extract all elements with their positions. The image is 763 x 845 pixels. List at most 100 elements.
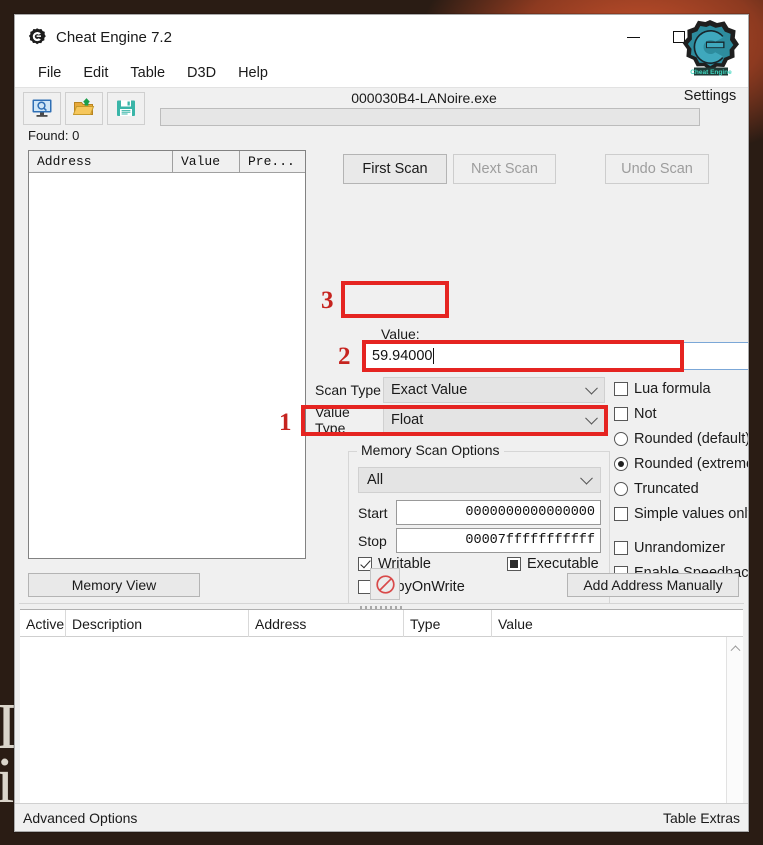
window-title: Cheat Engine 7.2 (56, 28, 172, 46)
stop-address-input[interactable]: 00007fffffffffff (396, 528, 601, 553)
status-bar: Advanced Options Table Extras (15, 803, 748, 831)
unrandomizer-label: Unrandomizer (634, 540, 726, 556)
open-process-button[interactable] (23, 91, 61, 125)
options-spacer (614, 531, 748, 540)
value-type-row: Value Type Float (315, 404, 605, 436)
menu-item-file[interactable]: File (29, 62, 70, 84)
next-scan-button: Next Scan (453, 154, 556, 184)
memory-region-dropdown[interactable]: All (358, 467, 601, 493)
unrandomizer-checkbox[interactable]: Unrandomizer (614, 540, 748, 556)
cheat-engine-logo-icon: Cheat Engine (682, 20, 739, 76)
chevron-up-icon (730, 645, 741, 656)
value-type-value: Float (391, 412, 424, 428)
truncated-radio[interactable]: Truncated (614, 481, 748, 497)
checkbox-icon (614, 382, 628, 396)
menu-item-help[interactable]: Help (229, 62, 277, 84)
address-list-toolbar: Memory View Add Address Manually (15, 567, 748, 610)
menu-bar: File Edit Table D3D Help (15, 59, 748, 87)
floppy-disk-icon (117, 100, 135, 116)
rounded-extreme-radio[interactable]: Rounded (extreme) (614, 456, 749, 472)
settings-label: Settings (683, 88, 737, 104)
value-input[interactable]: 59.94000 (362, 342, 748, 370)
table-extras-button[interactable]: Table Extras (663, 810, 740, 826)
minimize-button[interactable] (610, 15, 656, 59)
column-header-previous[interactable]: Pre... (240, 151, 305, 172)
minimize-icon (626, 36, 640, 38)
scan-progress-bar (160, 108, 700, 126)
annotation-number-1: 1 (279, 409, 292, 436)
svg-text:Cheat Engine: Cheat Engine (690, 69, 732, 76)
chevron-down-icon (580, 471, 593, 485)
radio-icon (614, 482, 628, 496)
cheat-engine-logo-icon (27, 27, 47, 47)
rounded-default-label: Rounded (default) (634, 431, 749, 447)
settings-button[interactable]: Cheat Engine Settings (674, 17, 746, 104)
column-header-address[interactable]: Address (29, 151, 173, 172)
memory-region-value: All (367, 472, 384, 488)
column-header-description[interactable]: Description (66, 610, 249, 637)
scan-button-row: First Scan Next Scan Undo Scan (343, 154, 741, 184)
memory-scan-options-legend: Memory Scan Options (357, 442, 504, 458)
stop-address-label: Stop (358, 532, 387, 549)
chevron-down-icon (585, 381, 598, 395)
disable-all-button[interactable] (370, 568, 400, 600)
window-body: Address Value Pre... First Scan Next Sca… (15, 146, 748, 831)
scroll-up-button[interactable] (727, 639, 744, 656)
memory-view-button[interactable]: Memory View (28, 573, 200, 597)
checkbox-icon (614, 541, 628, 555)
column-header-active[interactable]: Active (20, 610, 66, 637)
column-header-type[interactable]: Type (404, 610, 492, 637)
value-input-text: 59.94000 (372, 348, 433, 364)
scan-type-dropdown[interactable]: Exact Value (383, 377, 605, 403)
value-type-label: Value Type (315, 404, 383, 436)
open-folder-up-arrow-icon (73, 98, 95, 115)
stop-address-row: Stop 00007fffffffffff (358, 528, 601, 553)
not-checkbox[interactable]: Not (614, 406, 748, 422)
start-address-label: Start (358, 504, 388, 521)
window-title-bar: Cheat Engine 7.2 (15, 15, 748, 59)
value-label: Value: (381, 326, 420, 342)
first-scan-button[interactable]: First Scan (343, 154, 447, 184)
text-cursor-icon (433, 348, 435, 364)
menu-item-edit[interactable]: Edit (74, 62, 117, 84)
undo-scan-button: Undo Scan (605, 154, 709, 184)
address-list-table[interactable]: Active Description Address Type Value (20, 609, 744, 831)
column-header-value[interactable]: Value (492, 610, 732, 637)
advanced-options-button[interactable]: Advanced Options (23, 810, 137, 826)
checkbox-icon (614, 407, 628, 421)
scan-type-label: Scan Type (315, 377, 383, 403)
annotation-box-3 (341, 281, 449, 318)
scan-results-header: Address Value Pre... (29, 151, 305, 173)
monitor-magnifier-icon (32, 99, 52, 117)
no-entry-icon (375, 574, 395, 594)
scan-type-row: Scan Type Exact Value (315, 377, 605, 403)
open-file-button[interactable] (65, 91, 103, 125)
attached-process-label: 000030B4-LANoire.exe (351, 90, 497, 106)
start-address-row: Start 0000000000000000 (358, 500, 601, 525)
lua-formula-checkbox[interactable]: Lua formula (614, 381, 748, 397)
value-type-dropdown[interactable]: Float (383, 407, 605, 433)
annotation-number-3: 3 (321, 287, 334, 314)
simple-values-only-checkbox[interactable]: Simple values only (614, 506, 748, 522)
save-file-button[interactable] (107, 91, 145, 125)
radio-icon (614, 432, 628, 446)
rounded-extreme-label: Rounded (extreme) (634, 456, 749, 472)
add-address-manually-button[interactable]: Add Address Manually (567, 573, 739, 597)
checkbox-icon (614, 507, 628, 521)
menu-item-d3d[interactable]: D3D (178, 62, 225, 84)
column-header-value[interactable]: Value (173, 151, 240, 172)
scan-modifier-options: Lua formula Not Rounded (default) Rounde… (614, 381, 749, 590)
cheat-engine-window: Cheat Engine 7.2 File Edit Table D3D Hel… (14, 14, 749, 832)
radio-icon (614, 457, 628, 471)
menu-item-table[interactable]: Table (121, 62, 174, 84)
truncated-label: Truncated (634, 481, 699, 497)
start-address-input[interactable]: 0000000000000000 (396, 500, 601, 525)
lua-formula-label: Lua formula (634, 381, 711, 397)
scan-results-list[interactable]: Address Value Pre... (28, 150, 306, 559)
address-list-header: Active Description Address Type Value (20, 610, 743, 637)
chevron-down-icon (585, 411, 598, 425)
rounded-default-radio[interactable]: Rounded (default) (614, 431, 749, 447)
main-toolbar: 000030B4-LANoire.exe (15, 87, 748, 128)
annotation-number-2: 2 (338, 343, 351, 370)
column-header-address[interactable]: Address (249, 610, 404, 637)
